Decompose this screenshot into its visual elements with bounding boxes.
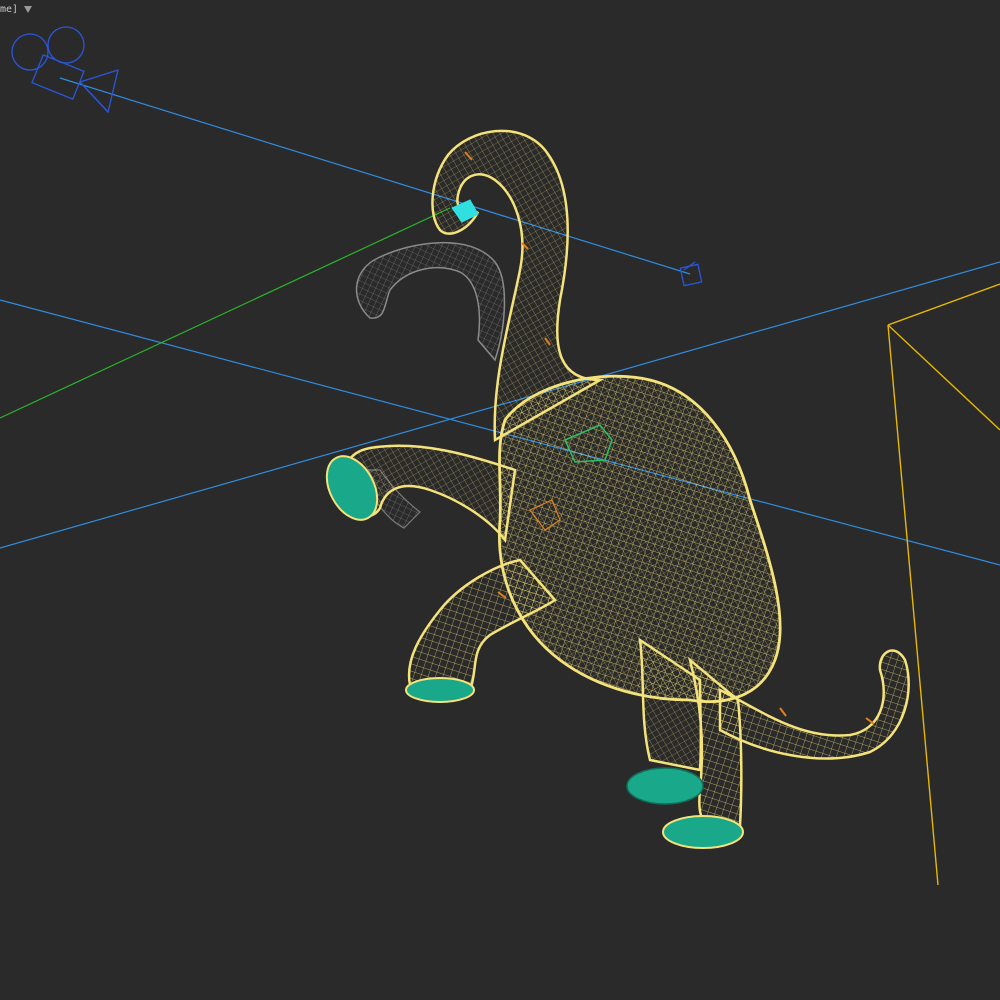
3d-viewport[interactable]: me]	[0, 0, 1000, 1000]
dinosaur-mesh[interactable]	[341, 129, 910, 830]
viewport-menu-label: me]	[0, 3, 19, 15]
camera-sightline	[59, 77, 691, 275]
filter-icon[interactable]	[24, 5, 33, 13]
scene-canvas[interactable]	[0, 0, 1000, 1000]
target-box-icon[interactable]	[679, 261, 703, 287]
back-leg-foot-1	[626, 767, 704, 805]
viewport-menu[interactable]: me]	[0, 2, 33, 16]
frame-box[interactable]	[887, 283, 1000, 886]
camera-icon[interactable]	[11, 26, 119, 114]
